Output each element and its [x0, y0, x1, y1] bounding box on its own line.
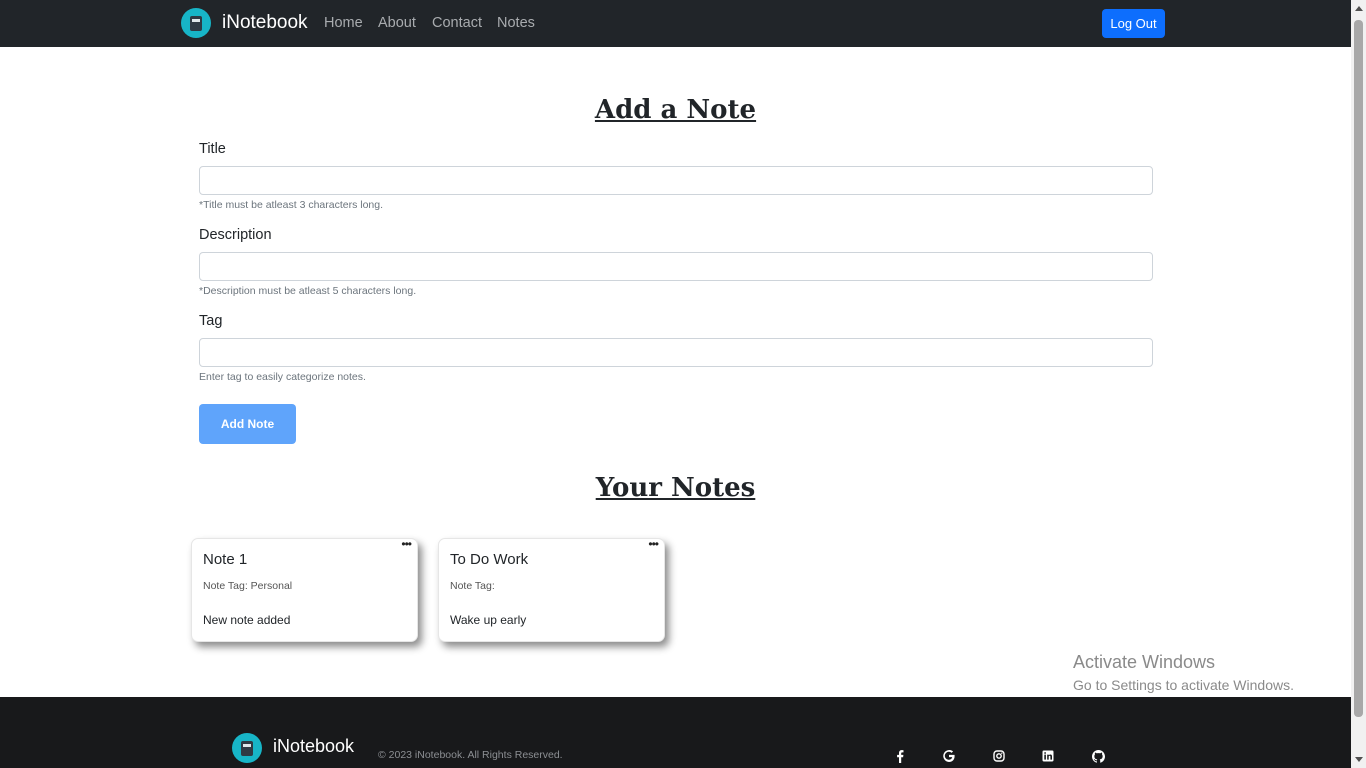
activate-windows-subtitle: Go to Settings to activate Windows.: [1073, 677, 1294, 693]
copyright-text: © 2023 iNotebook. All Rights Reserved.: [378, 749, 563, 761]
footer-brand[interactable]: iNotebook: [273, 736, 354, 757]
your-notes-heading: Your Notes: [595, 473, 756, 503]
more-options-icon[interactable]: •••: [401, 538, 412, 550]
nav-link-notes[interactable]: Notes: [497, 15, 535, 31]
title-hint: *Title must be atleast 3 characters long…: [199, 199, 384, 211]
activate-windows-title: Activate Windows: [1073, 652, 1216, 672]
linkedin-icon[interactable]: [1041, 749, 1055, 763]
tag-label: Tag: [199, 313, 223, 329]
github-icon[interactable]: [1091, 749, 1105, 763]
note-card: ••• To Do Work Note Tag: Wake up early: [438, 538, 665, 642]
add-note-heading: Add a Note: [594, 95, 757, 125]
page-scrollbar[interactable]: [1351, 0, 1366, 768]
navbar: iNotebook Home About Contact Notes Log O…: [0, 0, 1351, 47]
description-label: Description: [199, 227, 272, 243]
nav-link-about[interactable]: About: [378, 15, 416, 31]
nav-link-home[interactable]: Home: [324, 15, 363, 31]
note-tag: Note Tag:: [450, 580, 495, 592]
description-input[interactable]: [199, 252, 1153, 281]
note-title: To Do Work: [450, 551, 529, 568]
note-title: Note 1: [203, 551, 248, 568]
nav-link-contact[interactable]: Contact: [432, 15, 482, 31]
notebook-logo-icon[interactable]: [181, 8, 211, 38]
google-icon[interactable]: [942, 749, 956, 763]
scroll-up-arrow-icon[interactable]: [1355, 6, 1363, 11]
brand-name[interactable]: iNotebook: [222, 12, 308, 34]
more-options-icon[interactable]: •••: [648, 538, 659, 550]
facebook-icon[interactable]: [893, 749, 907, 763]
logout-button[interactable]: Log Out: [1102, 9, 1165, 38]
description-hint: *Description must be atleast 5 character…: [199, 285, 417, 297]
add-note-button[interactable]: Add Note: [199, 404, 296, 444]
note-description: New note added: [203, 613, 291, 627]
title-label: Title: [199, 141, 226, 157]
note-card: ••• Note 1 Note Tag: Personal New note a…: [191, 538, 418, 642]
tag-hint: Enter tag to easily categorize notes.: [199, 371, 366, 383]
scroll-down-arrow-icon[interactable]: [1355, 757, 1363, 762]
scrollbar-thumb[interactable]: [1354, 20, 1363, 717]
notebook-logo-icon[interactable]: [232, 733, 262, 763]
note-description: Wake up early: [450, 613, 527, 627]
note-tag: Note Tag: Personal: [203, 580, 293, 592]
title-input[interactable]: [199, 166, 1153, 195]
instagram-icon[interactable]: [992, 749, 1006, 763]
tag-input[interactable]: [199, 338, 1153, 367]
footer: iNotebook © 2023 iNotebook. All Rights R…: [0, 697, 1351, 768]
